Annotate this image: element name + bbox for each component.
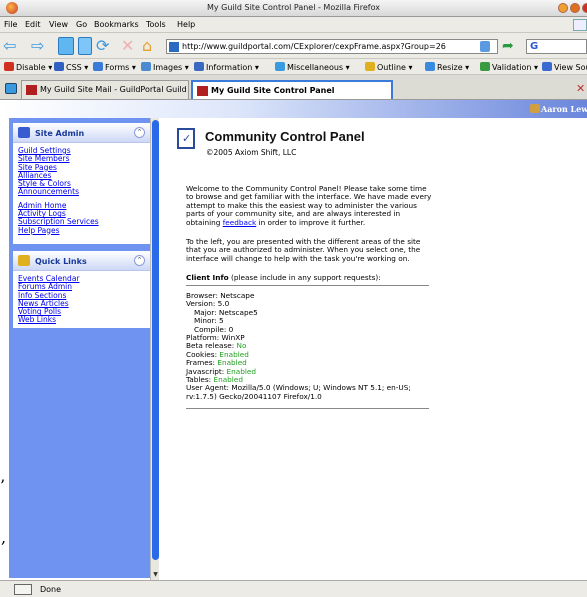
web-developer-toolbar: Disable ▾ CSS ▾ Forms ▾ Images ▾ Informa… [0, 59, 587, 75]
ci-user-agent: User Agent: Mozilla/5.0 (Windows; U; Win… [186, 383, 411, 401]
menu-tools[interactable]: Tools [146, 20, 166, 29]
firefox-window: My Guild Site Control Panel - Mozilla Fi… [0, 0, 587, 597]
google-icon: G [530, 41, 539, 52]
stop-icon[interactable]: ✕ [121, 37, 139, 55]
menu-go[interactable]: Go [76, 20, 87, 29]
client-info-heading: Client Info (please include in any suppo… [186, 273, 381, 282]
user-icon [530, 104, 540, 113]
view-source-icon [542, 62, 552, 71]
welcome-paragraph: Welcome to the Community Control Panel! … [186, 184, 432, 227]
tab-control-panel[interactable]: My Guild Site Control Panel [191, 80, 393, 99]
tab-label: My Guild Site Mail - GuildPortal Guild H… [40, 85, 188, 94]
navigation-toolbar: ⇦ ⇨ ⟳ ✕ ⌂ http://www.guildportal.com/CEx… [0, 33, 587, 59]
menu-bookmarks[interactable]: Bookmarks [94, 20, 139, 29]
css-icon [54, 62, 64, 71]
close-window-button[interactable] [582, 3, 587, 13]
collapse-icon[interactable]: ⌃ [134, 255, 145, 266]
site-admin-panel: Site Admin ⌃ Guild Settings Site Members… [13, 123, 150, 244]
collapse-icon[interactable]: ⌃ [134, 127, 145, 138]
address-bar[interactable]: http://www.guildportal.com/CExplorer/cex… [166, 39, 498, 54]
menu-file[interactable]: File [4, 20, 17, 29]
validation-icon [480, 62, 490, 71]
menu-edit[interactable]: Edit [25, 20, 41, 29]
scrollbar-thumb[interactable] [152, 120, 159, 560]
dev-css-button[interactable]: CSS ▾ [54, 62, 88, 72]
edge-glyph: , [1, 528, 7, 547]
guildportal-favicon-icon [26, 85, 37, 95]
tab-bar: My Guild Site Mail - GuildPortal Guild H… [0, 75, 587, 100]
instructions-paragraph: To the left, you are presented with the … [186, 237, 421, 263]
site-favicon-icon [169, 42, 179, 52]
divider [186, 285, 429, 286]
menu-view[interactable]: View [49, 20, 68, 29]
images-icon [141, 62, 151, 71]
window-title: My Guild Site Control Panel - Mozilla Fi… [206, 3, 381, 12]
quick-links-icon [18, 255, 30, 266]
status-icon [14, 584, 32, 595]
new-tab-icon[interactable] [78, 37, 92, 55]
site-admin-header: Site Admin ⌃ [13, 123, 150, 143]
admin-sidebar: Site Admin ⌃ Guild Settings Site Members… [9, 118, 155, 578]
dev-forms-button[interactable]: Forms ▾ [93, 62, 136, 72]
back-icon[interactable]: ⇦ [3, 37, 23, 55]
dev-disable-button[interactable]: Disable ▾ [4, 62, 52, 72]
guildportal-favicon-icon [197, 86, 208, 96]
quick-links-panel: Quick Links ⌃ Events Calendar Forums Adm… [13, 251, 150, 328]
maximize-button[interactable] [570, 3, 580, 13]
new-tab-icon[interactable] [5, 83, 17, 94]
title-bar: My Guild Site Control Panel - Mozilla Fi… [0, 0, 587, 17]
divider [186, 408, 429, 409]
status-text: Done [40, 585, 62, 594]
link-help-pages[interactable]: Help Pages [18, 226, 145, 235]
control-panel-content: ✓ Community Control Panel ©2005 Axiom Sh… [160, 118, 587, 580]
throbber-icon [573, 19, 587, 31]
home-icon[interactable]: ⌂ [142, 37, 162, 55]
resize-icon [425, 62, 435, 71]
url-dropdown-icon[interactable] [480, 41, 490, 52]
forward-icon[interactable]: ⇨ [31, 37, 51, 55]
sidebar-scrollbar[interactable]: ▼ [150, 118, 159, 580]
search-input[interactable]: G [526, 39, 587, 54]
edge-glyph: ’ [0, 476, 6, 495]
copyright: ©2005 Axiom Shift, LLC [206, 148, 297, 157]
forms-icon [93, 62, 103, 71]
user-name[interactable]: Aaron Lewis [541, 104, 587, 114]
dev-information-button[interactable]: Information ▾ [194, 62, 259, 72]
close-tab-icon[interactable]: ✕ [576, 82, 585, 95]
scroll-down-icon[interactable]: ▼ [151, 571, 160, 578]
page-title: Community Control Panel [205, 129, 365, 144]
link-announcements[interactable]: Announcements [18, 188, 145, 197]
site-admin-icon [18, 127, 30, 138]
page-header-strip: Aaron Lewis [0, 100, 587, 118]
outline-icon [365, 62, 375, 71]
link-web-links[interactable]: Web Links [18, 316, 145, 325]
dev-outline-button[interactable]: Outline ▾ [365, 62, 413, 72]
quick-links-header: Quick Links ⌃ [13, 251, 150, 271]
menu-bar: File Edit View Go Bookmarks Tools Help [0, 17, 587, 33]
disable-icon [4, 62, 14, 71]
client-info-list: Browser: Netscape Version: 5.0 Major: Ne… [186, 291, 436, 401]
go-icon[interactable]: ➦ [502, 38, 520, 54]
dev-view-source-button[interactable]: View Source [542, 62, 587, 72]
control-panel-icon: ✓ [177, 128, 195, 149]
information-icon [194, 62, 204, 71]
tab-guild-mail[interactable]: My Guild Site Mail - GuildPortal Guild H… [21, 80, 189, 99]
status-bar: Done [0, 580, 587, 597]
url-text: http://www.guildportal.com/CExplorer/cex… [182, 42, 446, 51]
miscellaneous-icon [275, 62, 285, 71]
tab-label: My Guild Site Control Panel [211, 86, 335, 95]
minimize-button[interactable] [558, 3, 568, 13]
feedback-link[interactable]: feedback [223, 218, 257, 227]
quick-links-title: Quick Links [35, 257, 87, 266]
menu-help[interactable]: Help [177, 20, 195, 29]
dev-resize-button[interactable]: Resize ▾ [425, 62, 469, 72]
dev-validation-button[interactable]: Validation ▾ [480, 62, 538, 72]
reload-icon[interactable]: ⟳ [96, 37, 116, 55]
site-admin-title: Site Admin [35, 129, 85, 138]
dev-images-button[interactable]: Images ▾ [141, 62, 189, 72]
dev-miscellaneous-button[interactable]: Miscellaneous ▾ [275, 62, 350, 72]
new-window-icon[interactable] [58, 37, 74, 55]
